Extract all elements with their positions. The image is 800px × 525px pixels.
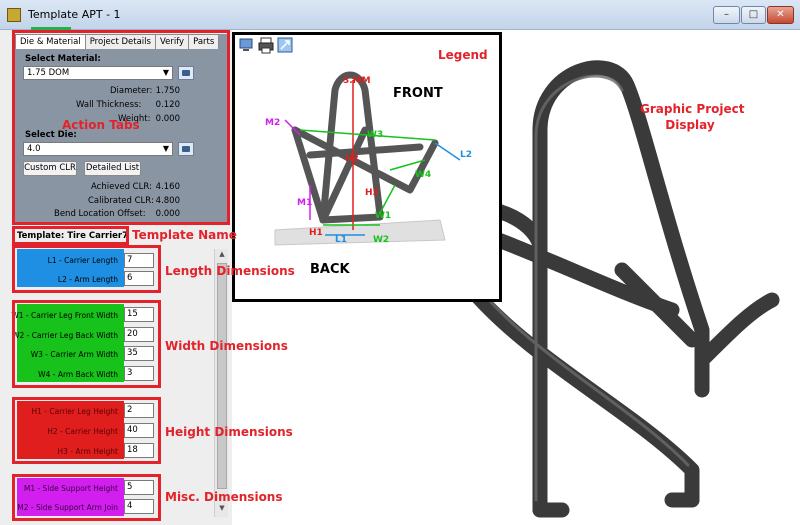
display-annotation-line2: Display	[665, 118, 715, 132]
minimize-button[interactable]: –	[713, 6, 740, 24]
length-annotation: Length Dimensions	[165, 264, 295, 278]
view-settings-icon[interactable]	[238, 36, 256, 54]
width-dimensions-outline	[12, 300, 161, 388]
legend-back-label: BACK	[310, 262, 351, 277]
close-button[interactable]: ✕	[767, 6, 794, 24]
template-name-outline	[12, 226, 129, 245]
width-annotation: Width Dimensions	[165, 339, 288, 353]
height-dimensions-outline	[12, 397, 161, 464]
legend-h3: H3	[365, 188, 379, 198]
fullscreen-icon[interactable]	[276, 36, 294, 54]
legend-diagram: 3.MM M2 M1 W3 W4 W1 W2 H2 H3 H1 L1 L2 FR…	[265, 71, 472, 277]
length-dimensions-outline	[12, 245, 161, 293]
legend-front-label: FRONT	[393, 86, 443, 101]
scroll-thumb[interactable]	[217, 263, 227, 489]
legend-h1: H1	[309, 228, 323, 238]
window-title: Template APT - 1	[28, 8, 121, 21]
legend-m1: M1	[297, 198, 312, 208]
legend-top-label: 3.MM	[343, 76, 371, 86]
dimensions-scrollbar[interactable]: ▲ ▼	[214, 249, 228, 517]
display-annotation-line1: Graphic Project	[640, 102, 745, 116]
title-bar: Template APT - 1 – □ ✕	[0, 0, 800, 30]
legend-w1: W1	[375, 211, 391, 221]
legend-w2: W2	[373, 235, 389, 245]
height-annotation: Height Dimensions	[165, 425, 293, 439]
legend-m2: M2	[265, 118, 280, 128]
app-icon	[7, 8, 21, 22]
legend-l1: L1	[335, 235, 347, 245]
legend-h2: H2	[345, 154, 359, 164]
legend-w3: W3	[367, 130, 383, 140]
legend-annotation: Legend	[438, 48, 488, 62]
print-icon[interactable]	[257, 36, 275, 54]
scroll-down-icon[interactable]: ▼	[215, 504, 229, 516]
legend-l2: L2	[460, 150, 472, 160]
misc-dimensions-outline	[12, 474, 161, 521]
scroll-up-icon[interactable]: ▲	[215, 250, 229, 262]
maximize-button[interactable]: □	[741, 6, 766, 24]
misc-annotation: Misc. Dimensions	[165, 490, 283, 504]
legend-w4: W4	[415, 170, 431, 180]
action-tabs-annotation: Action Tabs	[62, 118, 140, 132]
template-name-annotation: Template Name	[132, 228, 237, 242]
legend-panel: 3.MM M2 M1 W3 W4 W1 W2 H2 H3 H1 L1 L2 FR…	[232, 32, 502, 302]
